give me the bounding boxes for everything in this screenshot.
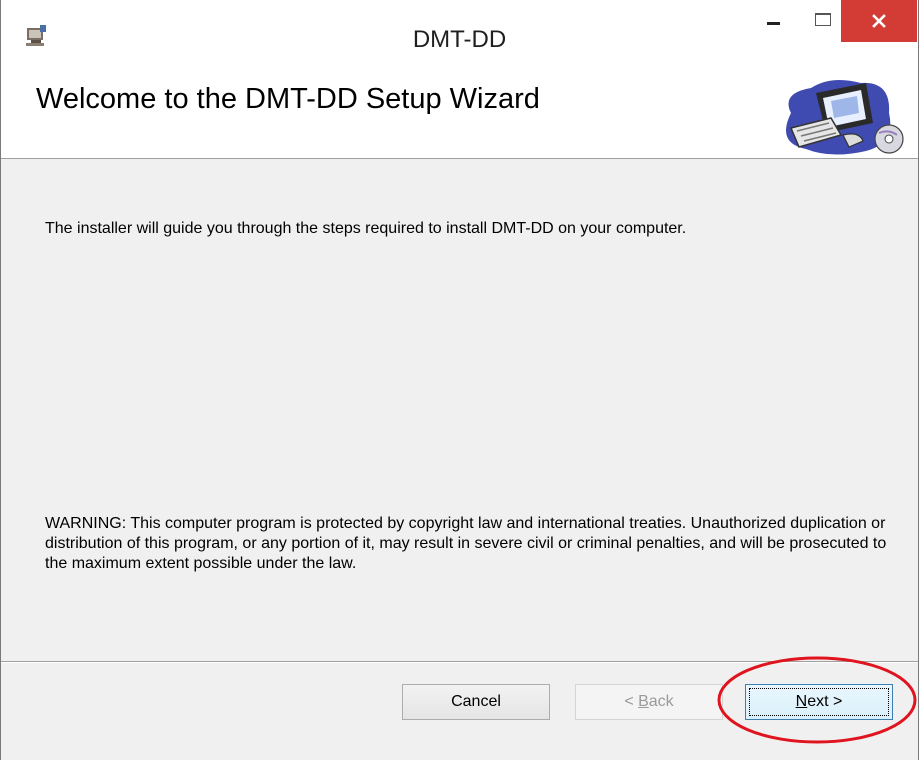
cancel-button-label: Cancel xyxy=(451,693,501,710)
next-button[interactable]: Next > xyxy=(745,684,893,720)
installer-icon xyxy=(26,25,46,46)
back-rest: ack xyxy=(648,693,674,710)
button-area-divider xyxy=(1,661,918,663)
minimize-button[interactable] xyxy=(751,0,795,38)
back-mnemonic: B xyxy=(638,693,649,710)
page-title: Welcome to the DMT-DD Setup Wizard xyxy=(36,83,540,115)
back-button-label: < Back xyxy=(624,693,673,711)
back-prefix: < xyxy=(624,693,639,710)
setup-wizard-window: DMT-DD Welcome to the DMT-DD Setup Wizar… xyxy=(0,0,919,760)
maximize-button[interactable] xyxy=(801,0,845,38)
computer-clipart-icon xyxy=(786,79,904,155)
close-icon xyxy=(872,14,886,28)
title-bar[interactable]: DMT-DD xyxy=(1,0,918,75)
maximize-icon xyxy=(815,12,831,26)
minimize-icon xyxy=(766,21,780,25)
back-button[interactable]: < Back xyxy=(575,684,723,720)
close-button[interactable] xyxy=(841,0,917,42)
intro-text: The installer will guide you through the… xyxy=(45,220,687,237)
cancel-button[interactable]: Cancel xyxy=(402,684,550,720)
focus-rectangle xyxy=(749,688,889,716)
copyright-warning: WARNING: This computer program is protec… xyxy=(45,515,887,572)
header-banner: Welcome to the DMT-DD Setup Wizard xyxy=(1,75,918,159)
